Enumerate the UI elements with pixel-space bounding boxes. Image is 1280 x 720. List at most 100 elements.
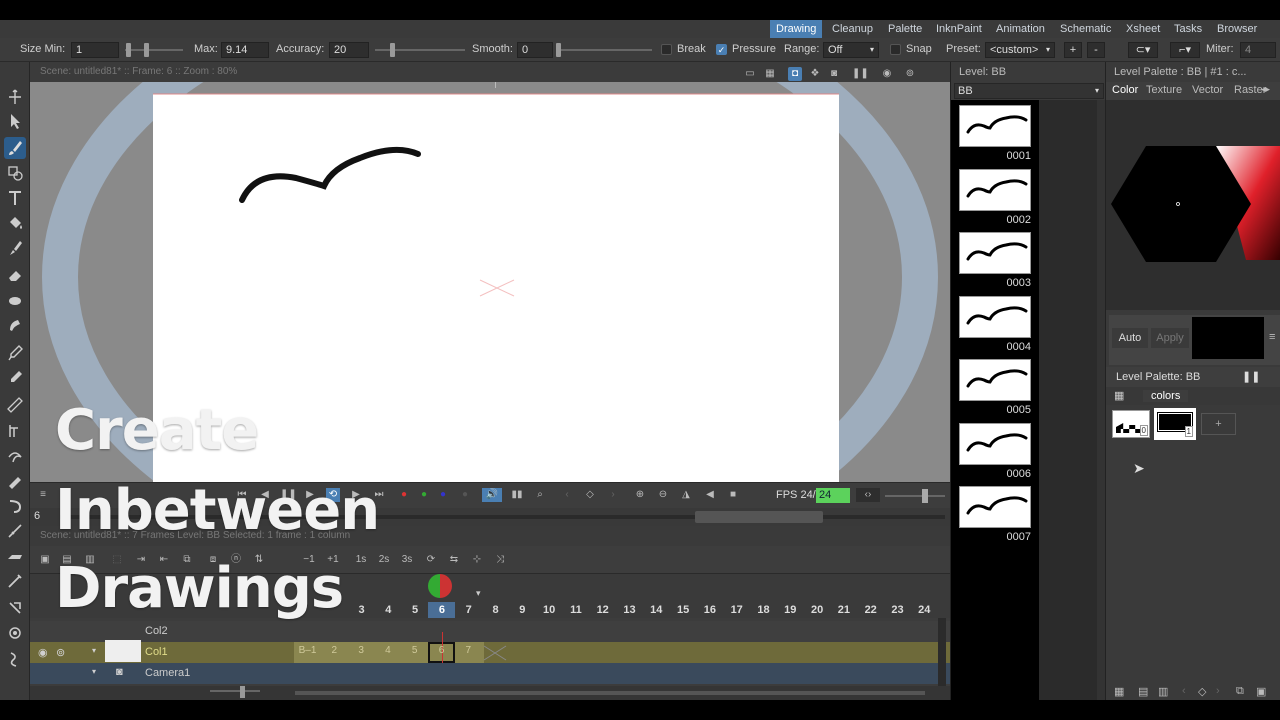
- prev-key-icon[interactable]: ‹: [1182, 685, 1186, 697]
- xsheet-vscroll[interactable]: [938, 618, 946, 686]
- frame-number[interactable]: 21: [830, 604, 857, 616]
- level-frame-thumbnail[interactable]: [959, 486, 1031, 528]
- level-frame-thumbnail[interactable]: [959, 295, 1031, 338]
- grid-view-icon[interactable]: ▦: [1114, 389, 1124, 402]
- auto-button[interactable]: Auto: [1112, 328, 1148, 348]
- frame-number[interactable]: 20: [804, 604, 831, 616]
- tab-vector[interactable]: Vector: [1192, 84, 1223, 96]
- frame-number[interactable]: 12: [589, 604, 616, 616]
- camera-stand-icon[interactable]: ◘: [788, 67, 802, 81]
- zoom-out-icon[interactable]: ⊖: [656, 488, 670, 502]
- add-preset-button[interactable]: +: [1064, 42, 1082, 58]
- frame-number[interactable]: 22: [857, 604, 884, 616]
- tab-texture[interactable]: Texture: [1146, 84, 1182, 96]
- remove-preset-button[interactable]: -: [1087, 42, 1105, 58]
- level-frame-thumbnail[interactable]: [959, 232, 1031, 274]
- snap-checkbox[interactable]: [890, 44, 901, 55]
- save-palette-icon[interactable]: ▤: [1138, 685, 1148, 698]
- frame-scroll-thumb[interactable]: [695, 511, 823, 523]
- new-page-icon[interactable]: ⧉: [1236, 685, 1244, 698]
- lock-icon[interactable]: ▣: [1256, 685, 1266, 698]
- preview-toggle-icon[interactable]: ▭: [743, 67, 757, 81]
- frame-number[interactable]: 10: [536, 604, 563, 616]
- room-tab-tasks[interactable]: Tasks: [1168, 20, 1208, 38]
- range-select[interactable]: Off ▾: [823, 42, 879, 58]
- level-frame-thumbnail[interactable]: [959, 359, 1031, 401]
- menu-icon[interactable]: ≡: [1269, 331, 1275, 343]
- frame-number[interactable]: 13: [616, 604, 643, 616]
- room-tab-animation[interactable]: Animation: [990, 20, 1051, 38]
- join-style-button[interactable]: ⌐▾: [1170, 42, 1200, 58]
- level-frame-thumbnail[interactable]: [959, 105, 1031, 147]
- grid-icon[interactable]: ▦: [763, 67, 777, 81]
- fps-stepper[interactable]: ‹›: [856, 488, 880, 502]
- smooth-field[interactable]: 0: [517, 42, 553, 58]
- fps-field[interactable]: 24: [816, 488, 850, 503]
- freeze-icon[interactable]: ❚❚: [852, 67, 869, 81]
- save-as-palette-icon[interactable]: ▥: [1158, 685, 1168, 698]
- frame-number[interactable]: 19: [777, 604, 804, 616]
- room-tab-palette[interactable]: Palette: [882, 20, 928, 38]
- level-frame-thumbnail[interactable]: [959, 422, 1031, 465]
- level-select[interactable]: BB ▾: [954, 83, 1104, 99]
- fps-slider-knob[interactable]: [922, 489, 928, 503]
- key-diamond-icon[interactable]: ◇: [583, 488, 597, 502]
- sound-icon[interactable]: 🔊: [482, 488, 502, 502]
- tab-scroll-arrows[interactable]: ◂▸: [1261, 84, 1270, 95]
- style-tabs: Color Texture Vector Raster ◂▸: [1106, 82, 1280, 100]
- room-tab-xsheet[interactable]: Xsheet: [1120, 20, 1166, 38]
- room-tab-cleanup[interactable]: Cleanup: [826, 20, 879, 38]
- frame-number[interactable]: 11: [562, 604, 589, 616]
- room-tab-drawing[interactable]: Drawing: [770, 20, 823, 38]
- smooth-knob[interactable]: [556, 43, 561, 57]
- splitter[interactable]: [1106, 310, 1280, 314]
- flip-v-icon[interactable]: ◀: [703, 488, 717, 502]
- level-strip-scrollbar[interactable]: [1097, 100, 1105, 700]
- frame-number[interactable]: 24: [911, 604, 938, 616]
- 3d-view-icon[interactable]: ❖: [808, 67, 822, 81]
- miter-field[interactable]: 4: [1240, 42, 1276, 58]
- freeze-icon[interactable]: ❚❚: [1242, 370, 1260, 383]
- frame-number[interactable]: 16: [696, 604, 723, 616]
- pressure-checkbox[interactable]: ✓: [716, 44, 727, 55]
- prev-key-icon[interactable]: ‹: [560, 488, 574, 502]
- frame-number[interactable]: 8: [482, 604, 509, 616]
- frame-number[interactable]: 17: [723, 604, 750, 616]
- level-strip-title: Level: BB: [959, 66, 1007, 78]
- zoom-in-icon[interactable]: ⊕: [633, 488, 647, 502]
- frame-number[interactable]: 9: [509, 604, 536, 616]
- cap-style-button[interactable]: ⊂▾: [1128, 42, 1158, 58]
- level-frame-thumbnail[interactable]: [959, 168, 1031, 211]
- style-chip-1[interactable]: 1: [1154, 408, 1196, 440]
- frame-number[interactable]: 15: [670, 604, 697, 616]
- room-tab-inknpaint[interactable]: InknPaint: [930, 20, 988, 38]
- add-style-button[interactable]: +: [1201, 413, 1236, 435]
- preset-select[interactable]: <custom> ▾: [985, 42, 1055, 58]
- flip-h-icon[interactable]: ◮: [679, 488, 693, 502]
- level-frame-label: 0001: [1006, 150, 1031, 162]
- current-style-swatch: [1192, 317, 1264, 359]
- pressure-label: Pressure: [732, 43, 777, 55]
- color-wheel-area[interactable]: [1106, 100, 1280, 310]
- frame-number[interactable]: 14: [643, 604, 670, 616]
- next-key-icon[interactable]: ›: [606, 488, 620, 502]
- style-chip-0[interactable]: 0: [1112, 410, 1150, 438]
- tab-color[interactable]: Color: [1112, 84, 1138, 96]
- grid-view-icon[interactable]: ▦: [1114, 685, 1124, 698]
- apply-button[interactable]: Apply: [1151, 328, 1189, 348]
- histogram-icon[interactable]: ▮▮: [510, 488, 524, 502]
- camera-icon[interactable]: ◙: [827, 67, 841, 81]
- frame-number[interactable]: 18: [750, 604, 777, 616]
- break-checkbox[interactable]: [661, 44, 672, 55]
- room-tab-browser[interactable]: Browser: [1211, 20, 1263, 38]
- room-tab-schematic[interactable]: Schematic: [1054, 20, 1117, 38]
- sub-camera-eye-icon[interactable]: ⊚: [903, 67, 917, 81]
- random-icon[interactable]: ⤨: [493, 553, 507, 567]
- key-diamond-icon[interactable]: ◇: [1198, 685, 1206, 698]
- preview-eye-icon[interactable]: ◉: [880, 67, 894, 81]
- next-key-icon[interactable]: ›: [1216, 685, 1220, 697]
- zoom-search-icon[interactable]: ⌕: [533, 488, 547, 502]
- palette-page-tab[interactable]: colors: [1143, 390, 1189, 402]
- reset-view-icon[interactable]: ■: [726, 488, 740, 502]
- frame-number[interactable]: 23: [884, 604, 911, 616]
